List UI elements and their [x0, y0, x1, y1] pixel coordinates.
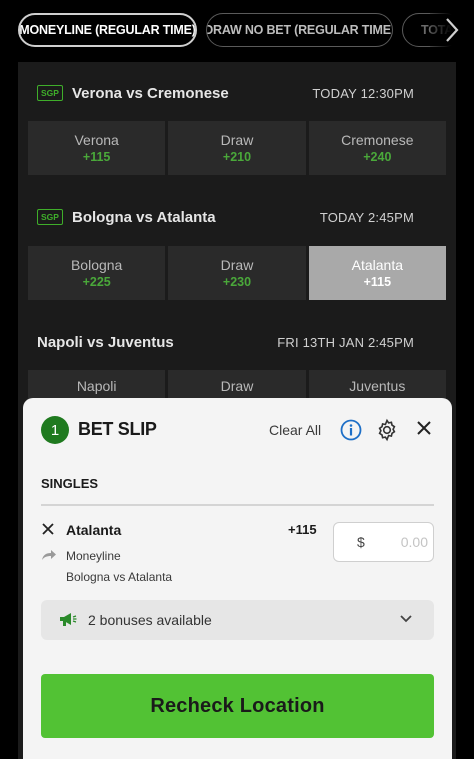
clear-all-button[interactable]: Clear All: [269, 422, 321, 438]
megaphone-icon: [60, 613, 77, 626]
sgp-badge: SGP: [37, 85, 63, 101]
odds-value: +210: [222, 150, 252, 164]
event-name: Napoli vs Juventus: [37, 333, 174, 351]
odds-button-bologna[interactable]: Bologna +225: [28, 246, 166, 300]
odds-label: Draw: [220, 378, 254, 394]
odds-value: +225: [82, 275, 111, 289]
currency-symbol: $: [357, 534, 365, 550]
odds-label: Juventus: [349, 378, 406, 394]
odds-label: Cremonese: [341, 132, 414, 148]
odds-value: +115: [82, 150, 111, 164]
odds-label: Atalanta: [351, 257, 403, 273]
event-name: Bologna vs Atalanta: [72, 208, 216, 226]
odds-label: Napoli: [76, 378, 117, 394]
bonuses-dropdown[interactable]: 2 bonuses available: [41, 600, 434, 640]
odds-button-verona[interactable]: Verona +115: [28, 121, 166, 175]
selection-odds: +115: [288, 522, 317, 537]
event-time: FRI 13TH JAN 2:45PM: [277, 334, 414, 350]
odds-label: Draw: [220, 257, 254, 273]
bonus-text: 2 bonuses available: [88, 612, 212, 628]
forward-arrow-icon: [42, 550, 56, 560]
odds-value: +230: [222, 275, 252, 289]
recheck-location-button[interactable]: Recheck Location: [41, 674, 434, 738]
bet-slip-title: BET SLIP: [78, 419, 157, 439]
odds-value: +115: [363, 275, 392, 289]
divider: [41, 504, 434, 506]
tab-moneyline[interactable]: MONEYLINE (REGULAR TIME): [18, 13, 197, 47]
gear-icon[interactable]: [375, 418, 399, 442]
event-header[interactable]: SGP Verona vs Cremonese TODAY 12:30PM: [18, 76, 456, 110]
scroll-right-button[interactable]: [430, 13, 474, 47]
odds-label: Bologna: [70, 257, 123, 273]
market-tabs: MONEYLINE (REGULAR TIME) DRAW NO BET (RE…: [0, 0, 474, 62]
section-title: SINGLES: [41, 476, 99, 491]
event-header[interactable]: SGP Bologna vs Atalanta TODAY 2:45PM: [18, 200, 456, 234]
odds-row: Verona +115 Draw +210 Cremonese +240: [28, 121, 446, 175]
odds-button-cremonese[interactable]: Cremonese +240: [308, 121, 446, 175]
info-icon[interactable]: [340, 419, 362, 441]
selection-market: Moneyline: [66, 549, 121, 563]
stake-input[interactable]: [372, 531, 428, 553]
remove-selection-icon[interactable]: [41, 522, 55, 536]
sgp-badge: SGP: [37, 209, 63, 225]
event-time: TODAY 12:30PM: [312, 85, 414, 101]
stake-field[interactable]: $: [333, 522, 434, 562]
bet-count-badge: 1: [41, 416, 69, 444]
odds-label: Draw: [220, 132, 254, 148]
odds-row: Bologna +225 Draw +230 Atalanta +115: [28, 246, 446, 300]
bet-slip-panel: 1 BET SLIP Clear All SINGLES Atalanta +1…: [23, 398, 452, 759]
event-time: TODAY 2:45PM: [319, 209, 414, 225]
odds-button-draw[interactable]: Draw +210: [168, 121, 306, 175]
chevron-down-icon: [400, 615, 412, 623]
tab-draw-no-bet[interactable]: DRAW NO BET (REGULAR TIME): [206, 13, 393, 47]
event-header[interactable]: Napoli vs Juventus FRI 13TH JAN 2:45PM: [18, 325, 456, 359]
selection-match: Bologna vs Atalanta: [66, 570, 173, 584]
odds-button-draw[interactable]: Draw +230: [168, 246, 306, 300]
odds-value: +240: [363, 150, 392, 164]
event-name: Verona vs Cremonese: [72, 84, 229, 102]
selection-name: Atalanta: [66, 522, 122, 538]
odds-button-atalanta[interactable]: Atalanta +115: [308, 246, 446, 300]
odds-label: Verona: [74, 132, 119, 148]
close-icon[interactable]: [416, 420, 432, 436]
chevron-right-icon: [446, 18, 459, 42]
